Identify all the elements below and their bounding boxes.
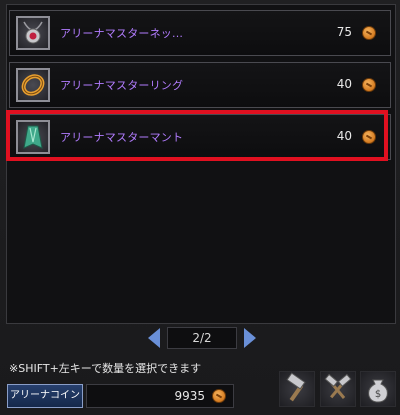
arena-coin-icon <box>212 389 226 403</box>
currency-balance: 9935 <box>86 384 234 408</box>
page-indicator: 2/2 <box>167 327 237 349</box>
arena-coin-icon <box>362 130 376 144</box>
pagination: 2/2 <box>0 327 400 349</box>
ring-icon <box>16 68 50 102</box>
item-price: 40 <box>336 77 352 91</box>
quantity-hint: ※SHIFT+左キーで数量を選択できます <box>9 362 202 375</box>
currency-select-button[interactable]: アリーナコイン <box>7 384 83 408</box>
arena-coin-icon <box>362 26 376 40</box>
item-name: アリーナマスターリング <box>60 79 184 92</box>
money-bag-icon[interactable]: $ <box>360 371 396 407</box>
shop-item-cloak[interactable]: アリーナマスターマント 40 <box>9 114 391 160</box>
item-price: 75 <box>336 25 352 39</box>
crossed-hammers-icon[interactable] <box>320 371 356 407</box>
shop-item-ring[interactable]: アリーナマスターリング 40 <box>9 62 391 108</box>
necklace-icon <box>16 16 50 50</box>
shop-item-necklace[interactable]: アリーナマスターネッ... 75 <box>9 10 391 56</box>
cloak-icon <box>16 120 50 154</box>
next-page-icon[interactable] <box>244 328 256 348</box>
item-name: アリーナマスターネッ... <box>60 27 184 40</box>
item-price: 40 <box>336 129 352 143</box>
balance-value: 9935 <box>174 389 205 403</box>
previous-page-icon[interactable] <box>148 328 160 348</box>
shop-panel: アリーナマスターネッ... 75 アリーナマスターリング 40 アリーナマスター… <box>0 0 400 415</box>
hammer-icon[interactable] <box>279 371 315 407</box>
svg-text:$: $ <box>375 389 381 400</box>
arena-coin-icon <box>362 78 376 92</box>
item-name: アリーナマスターマント <box>60 131 184 144</box>
